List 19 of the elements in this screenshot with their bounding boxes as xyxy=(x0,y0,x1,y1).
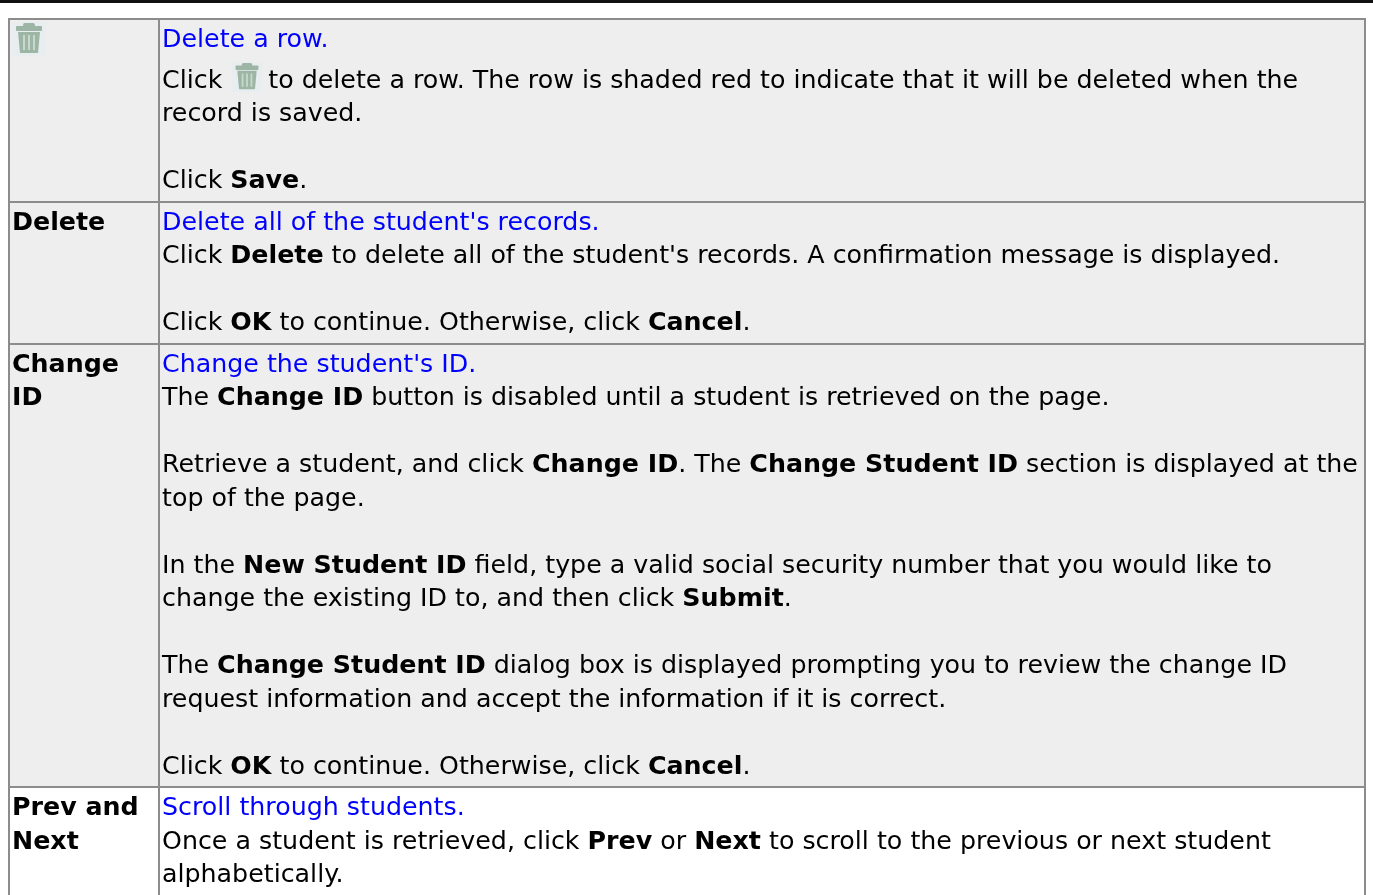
row-label: Prev and Next xyxy=(12,791,140,857)
instruction-text: Click OK to continue. Otherwise, click Cancel. xyxy=(162,306,752,338)
row-label: Delete xyxy=(12,205,107,238)
trash-can-icon xyxy=(232,61,263,92)
section-link[interactable]: Delete all of the student's records. xyxy=(162,204,1364,238)
instruction-text: Click Save. xyxy=(162,164,309,196)
instruction-text: In the New Student ID field, type a valid social security number that you would like to change the existing ID to, and then click Submit. xyxy=(162,548,1273,614)
row-label: Change ID xyxy=(12,347,120,413)
instruction-text: Click to delete a row. The row is shaded red to indicate that it will be deleted when the record is saved. xyxy=(162,61,1364,130)
trash-can-icon xyxy=(12,22,46,56)
instruction-text: Click OK to continue. Otherwise, click Cancel. xyxy=(162,749,752,782)
instruction-text: Retrieve a student, and click Change ID. The Change Student ID section is displayed at the top of the page. xyxy=(162,448,1359,514)
instruction-text: Once a student is retrieved, click Prev or Next to scroll to the previous or next student alphabetically. xyxy=(162,824,1272,890)
instruction-text: The Change Student ID dialog box is displayed prompting you to review the change ID request information and accept the information if it is correct. xyxy=(162,649,1288,715)
instruction-text: Click Delete to delete all of the student's records. A confirmation message is displayed. xyxy=(162,239,1282,271)
section-link[interactable]: Scroll through students. xyxy=(162,790,1364,824)
section-link[interactable]: Delete a row. xyxy=(162,22,1364,56)
section-link[interactable]: Change the student's ID. xyxy=(162,346,1364,380)
instruction-text: The Change ID button is disabled until a student is retrieved on the page. xyxy=(162,381,1111,413)
